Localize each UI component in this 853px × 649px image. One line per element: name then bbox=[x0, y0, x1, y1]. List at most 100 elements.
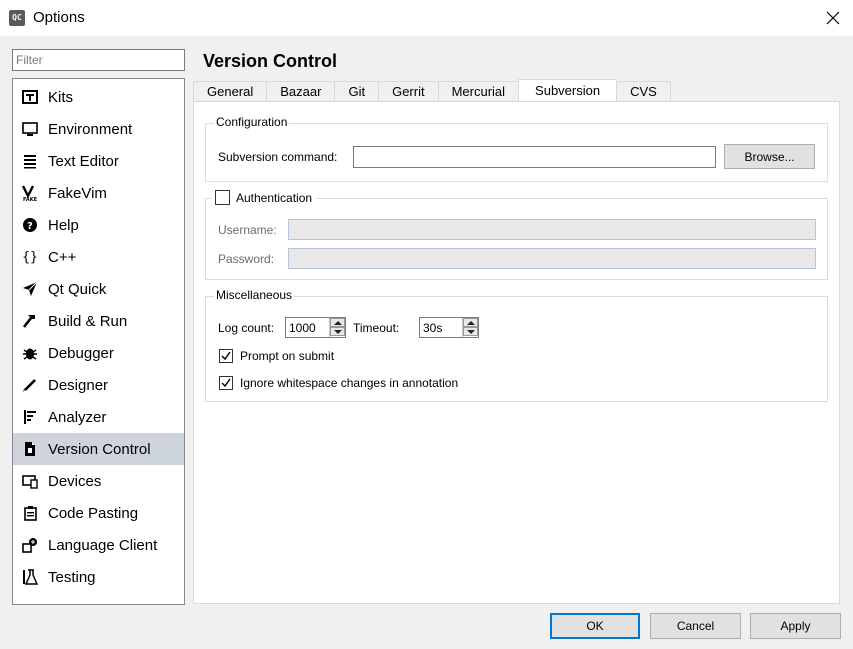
language-client-icon bbox=[21, 536, 39, 554]
sidebar-item-build-run[interactable]: Build & Run bbox=[13, 305, 184, 337]
sidebar-item-designer[interactable]: Designer bbox=[13, 369, 184, 401]
miscellaneous-group-title: Miscellaneous bbox=[214, 288, 295, 302]
qt-creator-app-icon: QC bbox=[9, 10, 25, 26]
password-label: Password: bbox=[218, 252, 275, 266]
title-bar: QC Options bbox=[0, 0, 853, 36]
authentication-checkbox[interactable] bbox=[215, 190, 230, 205]
qt-quick-icon bbox=[21, 280, 39, 298]
sidebar-item-label: C++ bbox=[48, 248, 77, 266]
miscellaneous-group: Miscellaneous Log count: 1000 Timeout: 3… bbox=[205, 288, 828, 402]
subversion-settings-panel: Configuration Subversion command: Browse… bbox=[193, 101, 840, 604]
apply-button[interactable]: Apply bbox=[750, 613, 841, 639]
svg-text:?: ? bbox=[27, 221, 33, 232]
log-count-value: 1000 bbox=[289, 321, 316, 335]
sidebar-item-qt-quick[interactable]: Qt Quick bbox=[13, 273, 184, 305]
window-title: Options bbox=[33, 9, 85, 26]
sidebar-item-label: Help bbox=[48, 216, 79, 234]
sidebar-item-kits[interactable]: Kits bbox=[13, 81, 184, 113]
subversion-command-label: Subversion command: bbox=[218, 150, 338, 164]
sidebar-item-label: Analyzer bbox=[48, 408, 107, 426]
sidebar-item-help[interactable]: ? Help bbox=[13, 209, 184, 241]
sidebar-item-fakevim[interactable]: FAKE FakeVim bbox=[13, 177, 184, 209]
tab-git[interactable]: Git bbox=[334, 81, 379, 102]
prompt-on-submit-label: Prompt on submit bbox=[240, 349, 335, 363]
sidebar-item-language-client[interactable]: Language Client bbox=[13, 529, 184, 561]
fakevim-icon: FAKE bbox=[21, 184, 39, 202]
text-editor-icon bbox=[21, 152, 39, 170]
ignore-whitespace-checkbox[interactable] bbox=[219, 376, 233, 390]
tab-general[interactable]: General bbox=[193, 81, 267, 102]
timeout-label: Timeout: bbox=[353, 321, 400, 335]
sidebar-item-label: FakeVim bbox=[48, 184, 107, 202]
sidebar-item-code-pasting[interactable]: Code Pasting bbox=[13, 497, 184, 529]
timeout-value: 30s bbox=[423, 321, 443, 335]
checkmark-icon bbox=[221, 351, 231, 361]
version-control-icon bbox=[21, 440, 39, 458]
subversion-command-input[interactable] bbox=[353, 146, 716, 168]
sidebar-item-label: Environment bbox=[48, 120, 133, 138]
username-input[interactable] bbox=[288, 219, 816, 240]
sidebar-item-testing[interactable]: Testing bbox=[13, 561, 184, 593]
sidebar-item-label: Qt Quick bbox=[48, 280, 107, 298]
log-count-spinbox[interactable]: 1000 bbox=[285, 317, 346, 338]
close-icon bbox=[826, 11, 839, 25]
sidebar-item-label: Code Pasting bbox=[48, 504, 139, 522]
authentication-group-title: Authentication bbox=[236, 190, 313, 205]
password-input[interactable] bbox=[288, 248, 816, 269]
sidebar-item-label: Designer bbox=[48, 376, 109, 394]
kits-icon bbox=[21, 88, 39, 106]
sidebar-item-version-control[interactable]: Version Control bbox=[13, 433, 184, 465]
spin-up-icon[interactable] bbox=[330, 318, 345, 327]
authentication-group: Authentication Username: Password: bbox=[205, 190, 828, 280]
tab-gerrit[interactable]: Gerrit bbox=[378, 81, 438, 102]
ok-button[interactable]: OK bbox=[550, 613, 640, 639]
sidebar-item-environment[interactable]: Environment bbox=[13, 113, 184, 145]
sidebar-item-analyzer[interactable]: Analyzer bbox=[13, 401, 184, 433]
sidebar-item-text-editor[interactable]: Text Editor bbox=[13, 145, 184, 177]
checkmark-icon bbox=[221, 378, 231, 388]
sidebar-item-debugger[interactable]: Debugger bbox=[13, 337, 184, 369]
category-list: Kits Environment Text Editor FAKE FakeVi… bbox=[12, 78, 185, 605]
page-title: Version Control bbox=[203, 51, 338, 71]
clipboard-icon bbox=[21, 504, 39, 522]
spin-up-icon[interactable] bbox=[463, 318, 478, 327]
tab-cvs[interactable]: CVS bbox=[616, 81, 671, 102]
sidebar-item-devices[interactable]: Devices bbox=[13, 465, 184, 497]
configuration-group: Configuration Subversion command: Browse… bbox=[205, 115, 828, 182]
hammer-icon bbox=[21, 312, 39, 330]
filter-input[interactable] bbox=[12, 49, 185, 71]
timeout-spinbox[interactable]: 30s bbox=[419, 317, 479, 338]
tab-bar: General Bazaar Git Gerrit Mercurial Subv… bbox=[193, 79, 671, 102]
sidebar-item-label: Devices bbox=[48, 472, 102, 490]
configuration-group-title: Configuration bbox=[214, 115, 290, 129]
cancel-button[interactable]: Cancel bbox=[650, 613, 741, 639]
devices-icon bbox=[21, 472, 39, 490]
tab-bazaar[interactable]: Bazaar bbox=[266, 81, 335, 102]
ignore-whitespace-label: Ignore whitespace changes in annotation bbox=[240, 376, 459, 390]
sidebar-item-label: Version Control bbox=[48, 440, 151, 458]
analyzer-icon bbox=[21, 408, 39, 426]
close-button[interactable] bbox=[812, 0, 853, 36]
pencil-icon bbox=[21, 376, 39, 394]
help-icon: ? bbox=[21, 216, 39, 234]
browse-button[interactable]: Browse... bbox=[724, 144, 815, 169]
spin-down-icon[interactable] bbox=[463, 327, 478, 336]
sidebar-item-label: Debugger bbox=[48, 344, 114, 362]
flask-icon bbox=[21, 568, 39, 586]
tab-mercurial[interactable]: Mercurial bbox=[437, 81, 519, 102]
prompt-on-submit-checkbox[interactable] bbox=[219, 349, 233, 363]
sidebar-item-cpp[interactable]: {} C++ bbox=[13, 241, 184, 273]
log-count-label: Log count: bbox=[218, 321, 275, 335]
authentication-header: Authentication bbox=[212, 190, 317, 205]
sidebar-item-label: Build & Run bbox=[48, 312, 128, 330]
tab-subversion[interactable]: Subversion bbox=[518, 79, 617, 102]
sidebar-item-label: Language Client bbox=[48, 536, 158, 554]
monitor-icon bbox=[21, 120, 39, 138]
sidebar-item-label: Kits bbox=[48, 88, 74, 106]
bug-icon bbox=[21, 344, 39, 362]
username-label: Username: bbox=[218, 223, 277, 237]
spin-down-icon[interactable] bbox=[330, 327, 345, 336]
braces-icon: {} bbox=[22, 249, 38, 265]
svg-text:FAKE: FAKE bbox=[23, 197, 38, 201]
sidebar-item-label: Text Editor bbox=[48, 152, 119, 170]
